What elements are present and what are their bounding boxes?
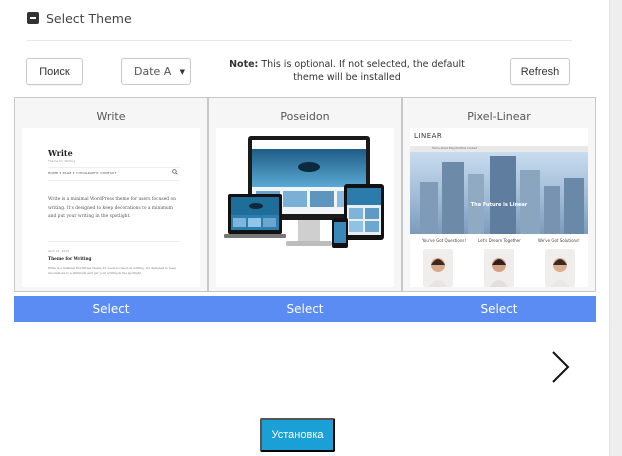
preview-search-icon — [172, 169, 178, 175]
install-button[interactable]: Установка — [260, 418, 335, 452]
theme-card-poseidon[interactable]: Poseidon — [208, 97, 402, 292]
select-theme-pixel-linear-button[interactable]: Select — [402, 296, 596, 322]
select-bar: Select Select Select — [14, 296, 596, 322]
preview-divider — [48, 180, 180, 181]
preview-divider — [48, 241, 180, 242]
preview-menu: HOME ▾ PAGE ▾ TYPOGRAPHY CONTACT — [48, 171, 117, 175]
optional-note: Note: This is optional. If not selected,… — [214, 58, 480, 84]
caret-down-icon: ▼ — [179, 68, 185, 76]
chevron-right-icon[interactable] — [548, 350, 572, 384]
preview-hero-text: The Future is Linear — [470, 202, 528, 208]
select-theme-poseidon-button[interactable]: Select — [208, 296, 402, 322]
section-title: Select Theme — [46, 10, 132, 26]
preview-divider — [48, 167, 180, 168]
collapse-icon[interactable] — [27, 12, 39, 24]
skyscrapers-image — [420, 156, 584, 234]
preview-tagline: Theme for Writing — [48, 159, 76, 163]
preview-person-image — [423, 249, 453, 287]
note-text: This is optional. If not selected, the d… — [258, 59, 465, 83]
preview-person-image — [545, 249, 575, 287]
preview-person-image — [484, 249, 514, 287]
theme-card-pixel-linear[interactable]: Pixel-Linear LINEAR Home About Blog Port… — [402, 97, 596, 292]
sort-select[interactable]: Date A ▼ — [121, 58, 191, 85]
preview-heading-2: Let's Dream Together — [478, 238, 521, 243]
select-theme-write-button[interactable]: Select — [14, 296, 208, 322]
preview-post-body: Write is a minimal WordPress theme for u… — [48, 266, 177, 275]
preview-logo: LINEAR — [414, 132, 443, 140]
refresh-button[interactable]: Refresh — [510, 58, 570, 85]
preview-hero: The Future is Linear — [410, 152, 588, 234]
sort-select-value: Date A — [134, 65, 172, 78]
note-prefix: Note: — [229, 59, 259, 70]
theme-screenshot-poseidon[interactable] — [216, 128, 394, 287]
preview-heading-3: We've Got Solutions! — [538, 238, 580, 243]
theme-screenshot-pixel-linear[interactable]: LINEAR Home About Blog Portfolio Contact… — [410, 128, 588, 287]
page-scrollbar[interactable] — [609, 0, 622, 456]
preview-nav: Home About Blog Portfolio Contact — [432, 147, 478, 150]
preview-excerpt: Write is a minimal WordPress theme for u… — [48, 197, 176, 219]
theme-screenshot-write[interactable]: Write Theme for Writing HOME ▾ PAGE ▾ TY… — [22, 128, 200, 287]
preview-date: April 21, 2015 — [48, 249, 70, 253]
theme-card-write[interactable]: Write Write Theme for Writing HOME ▾ PAG… — [14, 97, 208, 292]
header-divider — [27, 40, 572, 41]
preview-post-title: Theme for Writing — [48, 256, 92, 261]
preview-site-title: Write — [48, 148, 73, 158]
search-button[interactable]: Поиск — [26, 58, 83, 85]
preview-heading-1: You've Got Questions! — [422, 238, 467, 243]
devices-mockup-image — [224, 136, 384, 248]
select-theme-header[interactable]: Select Theme — [27, 8, 132, 28]
